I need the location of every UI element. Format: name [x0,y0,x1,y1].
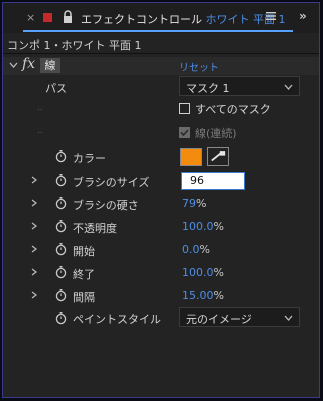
effect-header-row[interactable]: fx 線 リセット [3,56,319,75]
paint-style-dropdown[interactable]: 元のイメージ [179,307,300,327]
effect-controls-panel: × エフェクトコントロール ホワイト 平面 1 » コンポ 1・ホワイト 平面 … [2,2,320,398]
opacity-label: 不透明度 [73,222,117,235]
reset-link[interactable]: リセット [179,59,219,74]
paint-style-value: 元のイメージ [186,313,252,326]
panel-tab-effect-controls[interactable]: エフェクトコントロール ホワイト 平面 1 [81,11,286,27]
path-dropdown[interactable]: マスク 1 [179,76,300,96]
stopwatch-icon[interactable] [55,149,67,163]
stopwatch-icon[interactable] [55,173,67,187]
all-masks-row: .. すべてのマスク [3,99,319,121]
percent-unit: % [213,289,224,302]
percent-unit: % [213,220,224,233]
chevron-right-icon[interactable] [31,291,37,299]
label-color-icon [43,13,52,22]
path-label: パス [45,82,67,95]
opacity-number: 100.0 [182,220,214,233]
effect-name: 線 [40,58,60,73]
spacing-label: 間隔 [73,291,95,304]
close-tab-icon[interactable]: × [26,11,35,24]
active-tab-indicator [23,30,293,32]
brush-size-row: ブラシのサイズ [3,170,319,192]
path-row: パス マスク 1 [3,76,319,98]
chevron-right-icon[interactable] [31,222,37,230]
color-row: カラー [3,146,319,168]
divider [3,53,319,54]
color-swatch[interactable] [180,148,202,166]
start-label: 開始 [73,245,95,258]
chevron-right-icon[interactable] [31,268,37,276]
opacity-value[interactable]: 100.0% [182,220,224,233]
stroke-sequential-row: .. 線(連続) [3,122,319,144]
end-row: 終了 100.0% [3,262,319,284]
start-number: 0.0 [182,243,200,256]
opacity-row: 不透明度 100.0% [3,216,319,238]
stroke-sequential-checkbox[interactable] [179,127,190,138]
brush-hardness-value[interactable]: 79% [182,197,206,210]
breadcrumb: コンポ 1・ホワイト 平面 1 [7,39,142,52]
lock-icon[interactable] [63,10,73,24]
stopwatch-icon[interactable] [55,219,67,233]
more-tabs-icon[interactable]: » [299,9,307,23]
stopwatch-icon[interactable] [55,265,67,279]
row-dots: .. [37,103,43,113]
brush-hardness-row: ブラシの硬さ 79% [3,193,319,215]
percent-unit: % [196,197,207,210]
spacing-value[interactable]: 15.00% [182,289,224,302]
chevron-down-icon [284,84,293,90]
chevron-right-icon[interactable] [31,176,37,184]
start-row: 開始 0.0% [3,239,319,261]
stopwatch-icon[interactable] [55,242,67,256]
paint-style-row: ペイントスタイル 元のイメージ [3,306,319,328]
row-dots: .. [37,126,43,136]
chevron-down-icon [284,315,293,321]
chevron-down-icon[interactable] [9,61,18,69]
chevron-right-icon[interactable] [31,245,37,253]
eyedropper-icon[interactable] [207,147,229,166]
brush-hardness-number: 79 [182,197,196,210]
paint-style-label: ペイントスタイル [73,313,161,326]
end-value[interactable]: 100.0% [182,266,224,279]
all-masks-label: すべてのマスク [195,103,271,116]
brush-hardness-label: ブラシの硬さ [73,199,139,212]
all-masks-checkbox[interactable] [179,103,190,114]
panel-title: エフェクトコントロール [81,13,202,26]
panel-tab-bar: × エフェクトコントロール ホワイト 平面 1 » [3,3,319,33]
stopwatch-icon[interactable] [55,288,67,302]
percent-unit: % [213,266,224,279]
spacing-number: 15.00 [182,289,214,302]
fx-icon[interactable]: fx [22,56,35,72]
color-label: カラー [73,152,106,165]
brush-size-input[interactable]: 96 [181,172,245,190]
start-value[interactable]: 0.0% [182,243,210,256]
chevron-right-icon[interactable] [31,199,37,207]
end-label: 終了 [73,268,95,281]
stroke-sequential-label: 線(連続) [195,127,237,140]
percent-unit: % [199,243,210,256]
path-value: マスク 1 [186,82,230,95]
stopwatch-icon[interactable] [55,311,67,325]
brush-size-label: ブラシのサイズ [73,176,150,189]
spacing-row: 間隔 15.00% [3,285,319,307]
panel-menu-icon[interactable] [265,10,277,22]
end-number: 100.0 [182,266,214,279]
stopwatch-icon[interactable] [55,196,67,210]
checkmark-icon [180,129,189,137]
